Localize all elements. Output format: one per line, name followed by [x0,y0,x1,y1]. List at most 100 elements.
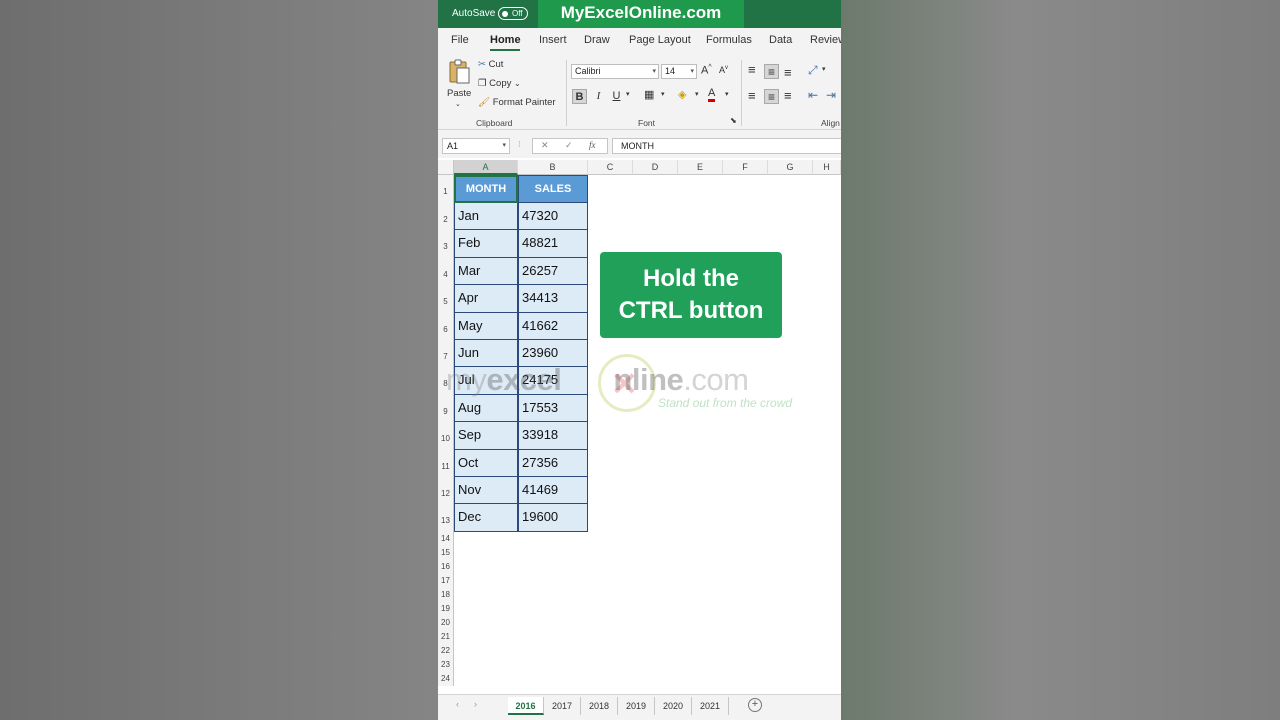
cut-button[interactable]: ✂ Cut [478,59,503,70]
column-header-a[interactable]: A [454,160,518,175]
formula-input[interactable]: MONTH [612,138,841,154]
column-header-c[interactable]: C [588,160,633,175]
sales-cell[interactable]: 26257 [518,257,588,286]
tab-page-layout[interactable]: Page Layout [629,34,691,46]
next-sheet-icon[interactable]: › [474,699,477,709]
chevron-down-icon[interactable]: ▾ [822,65,826,73]
month-cell[interactable]: Apr [454,285,518,313]
format-painter-button[interactable]: 🖌 Format Painter [478,97,556,108]
row-header[interactable]: 17 [438,573,454,588]
month-cell[interactable]: May [454,312,518,340]
tab-insert[interactable]: Insert [539,34,567,46]
column-header-e[interactable]: E [678,160,723,175]
chevron-down-icon[interactable]: ▾ [626,90,630,98]
month-cell[interactable]: Jan [454,203,518,231]
column-header-h[interactable]: H [813,160,841,175]
align-left-icon[interactable]: ≡ [748,88,756,103]
bold-button[interactable]: B [572,89,587,104]
decrease-indent-icon[interactable]: ⇤ [808,88,818,102]
sales-cell[interactable]: 23960 [518,340,588,368]
tab-review[interactable]: Review [810,34,841,46]
font-size-select[interactable]: 14 ▾ [661,64,697,79]
chevron-down-icon[interactable]: ▾ [695,90,699,98]
select-all-button[interactable] [438,160,454,175]
row-header[interactable]: 16 [438,559,454,574]
align-center-icon[interactable]: ≡ [764,89,779,104]
row-header[interactable]: 10 [438,422,454,450]
tab-formulas[interactable]: Formulas [706,34,752,46]
grow-font-button[interactable]: A^ [701,64,712,77]
align-middle-icon[interactable]: ≡ [764,64,779,79]
sheet-tab-2021[interactable]: 2021 [692,697,729,715]
column-header-f[interactable]: F [723,160,768,175]
row-header[interactable]: 24 [438,671,454,686]
tab-home[interactable]: Home [490,34,521,46]
row-header[interactable]: 21 [438,629,454,644]
row-header[interactable]: 11 [438,449,454,477]
name-box[interactable]: A1 ▾ [442,138,510,154]
increase-indent-icon[interactable]: ⇥ [826,88,836,102]
tab-data[interactable]: Data [769,34,792,46]
sales-cell[interactable]: 41662 [518,312,588,340]
month-cell[interactable]: Aug [454,394,518,423]
month-cell[interactable]: Dec [454,504,518,532]
sales-cell[interactable]: 19600 [518,504,588,532]
shrink-font-button[interactable]: Av [719,65,728,75]
tab-file[interactable]: File [451,34,469,46]
row-header[interactable]: 13 [438,504,454,532]
font-name-select[interactable]: Calibri ▾ [571,64,659,79]
align-right-icon[interactable]: ≡ [784,88,792,103]
orientation-icon[interactable]: ⤢ [808,63,818,78]
column-header-d[interactable]: D [633,160,678,175]
font-color-button[interactable]: A [708,87,716,102]
row-header[interactable]: 20 [438,615,454,630]
row-header[interactable]: 15 [438,545,454,560]
sales-cell[interactable]: 33918 [518,422,588,450]
borders-icon[interactable]: ▦ [644,88,654,101]
row-header[interactable]: 7 [438,340,454,368]
month-cell[interactable]: Oct [454,449,518,477]
row-header[interactable]: 14 [438,531,454,546]
month-cell[interactable]: Sep [454,422,518,450]
row-header[interactable]: 4 [438,257,454,286]
fill-color-icon[interactable]: ◈ [678,88,686,101]
header-cell-sales[interactable]: SALES [518,175,588,203]
column-header-g[interactable]: G [768,160,813,175]
sheet-tab-2016[interactable]: 2016 [508,697,544,715]
month-cell[interactable]: Nov [454,477,518,505]
month-cell[interactable]: Jun [454,340,518,368]
month-cell[interactable]: Jul [454,367,518,395]
sales-cell[interactable]: 24175 [518,367,588,395]
row-header[interactable]: 3 [438,230,454,258]
add-sheet-icon[interactable]: + [748,698,762,712]
month-cell[interactable]: Mar [454,257,518,286]
dialog-launcher-icon[interactable]: ⬊ [730,116,737,125]
paste-button[interactable]: Paste ⌄ [446,58,472,110]
row-header[interactable]: 9 [438,394,454,423]
header-cell-month[interactable]: MONTH [454,175,518,203]
row-header[interactable]: 6 [438,312,454,340]
sales-cell[interactable]: 47320 [518,203,588,231]
prev-sheet-icon[interactable]: ‹ [456,699,459,709]
row-header[interactable]: 18 [438,587,454,602]
sheet-tab-2017[interactable]: 2017 [544,697,581,715]
row-header[interactable]: 12 [438,477,454,505]
row-header[interactable]: 22 [438,643,454,658]
row-header[interactable]: 5 [438,285,454,313]
align-bottom-icon[interactable]: ≡ [784,65,792,80]
sales-cell[interactable]: 34413 [518,285,588,313]
align-top-icon[interactable]: ≡ [748,62,756,77]
sheet-tab-2018[interactable]: 2018 [581,697,618,715]
insert-function-button[interactable]: fx [589,140,596,150]
autosave-toggle[interactable]: Off [498,7,528,20]
sales-cell[interactable]: 48821 [518,230,588,258]
row-header[interactable]: 2 [438,203,454,231]
copy-button[interactable]: ❐ Copy ⌄ [478,78,521,89]
sales-cell[interactable]: 41469 [518,477,588,505]
chevron-down-icon[interactable]: ▾ [661,90,665,98]
sheet-tab-2019[interactable]: 2019 [618,697,655,715]
enter-icon[interactable]: ✓ [565,140,573,151]
chevron-down-icon[interactable]: ▾ [725,90,729,98]
worksheet-grid[interactable]: A B C D E F G H 1 2 3 4 5 6 7 8 9 10 11 12 13 14 15 16 1… [438,160,841,694]
underline-button[interactable]: U [609,89,624,104]
